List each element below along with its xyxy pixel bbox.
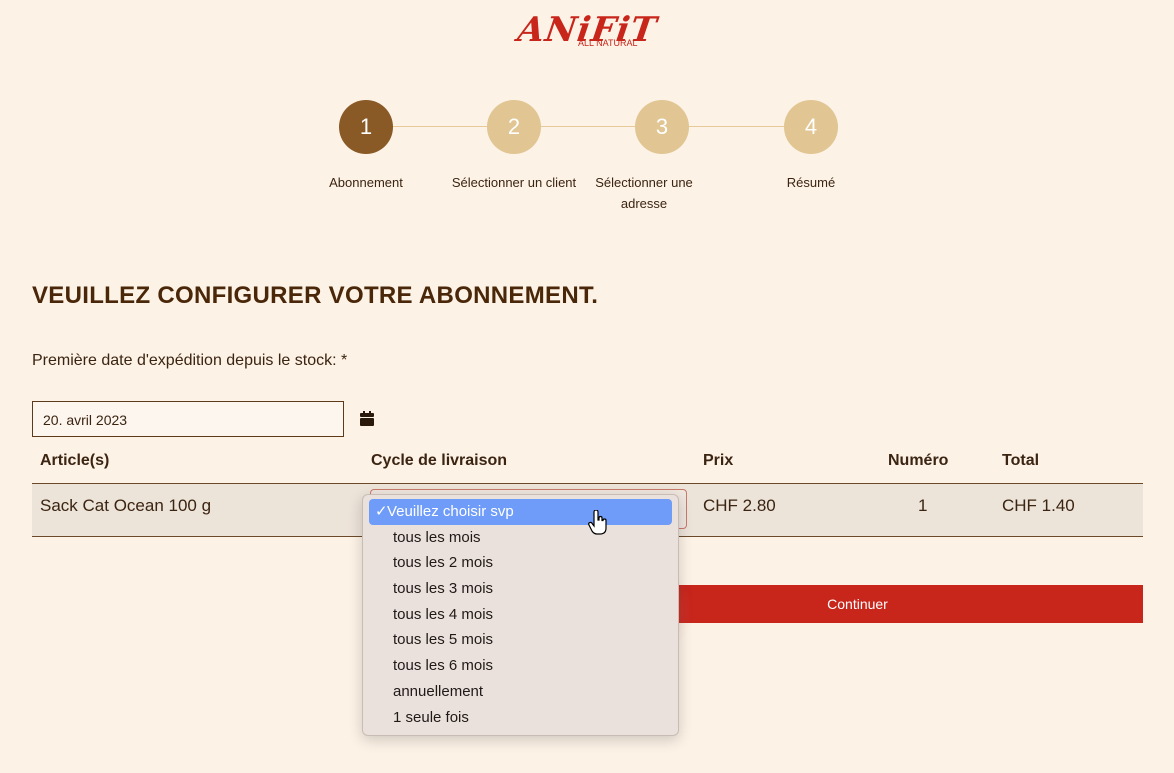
step-3-circle[interactable]: 3 [635, 100, 689, 154]
step-4-circle[interactable]: 4 [784, 100, 838, 154]
header-price: Prix [703, 452, 734, 469]
cell-price: CHF 2.80 [703, 496, 776, 515]
step-2-circle[interactable]: 2 [487, 100, 541, 154]
step-1-label: Abonnement [329, 175, 403, 190]
option-2-months[interactable]: tous les 2 mois [369, 550, 672, 576]
page-title: VEUILLEZ CONFIGURER VOTRE ABONNEMENT. [32, 282, 599, 309]
shipping-date-label: Première date d'expédition depuis le sto… [32, 352, 348, 369]
delivery-cycle-dropdown[interactable]: ✓Veuillez choisir svp tous les mois tous… [362, 494, 679, 736]
cell-article: Sack Cat Ocean 100 g [40, 496, 212, 515]
header-cycle: Cycle de livraison [371, 452, 508, 469]
cell-number: 1 [918, 496, 928, 515]
calendar-icon[interactable] [360, 411, 374, 426]
option-3-months[interactable]: tous les 3 mois [369, 576, 672, 602]
step-2-label: Sélectionner un client [451, 175, 577, 190]
hand-cursor-icon [588, 510, 607, 535]
option-choose[interactable]: ✓Veuillez choisir svp [369, 499, 672, 525]
option-once[interactable]: 1 seule fois [369, 705, 672, 731]
checkmark-icon: ✓ [375, 503, 388, 520]
header-total: Total [1002, 452, 1040, 469]
option-5-months[interactable]: tous les 5 mois [369, 627, 672, 653]
stepper-line [366, 126, 812, 127]
step-1-circle[interactable]: 1 [339, 100, 393, 154]
option-monthly[interactable]: tous les mois [369, 525, 672, 551]
cell-total: CHF 1.40 [1002, 496, 1075, 515]
logo-subtitle: ALL NATURAL [578, 38, 638, 48]
shipping-date-input[interactable]: 20. avril 2023 [32, 401, 344, 437]
option-4-months[interactable]: tous les 4 mois [369, 602, 672, 628]
option-yearly[interactable]: annuellement [369, 679, 672, 705]
step-3-label: Sélectionner une adresse [595, 175, 693, 211]
option-6-months[interactable]: tous les 6 mois [369, 653, 672, 679]
header-article: Article(s) [40, 452, 110, 469]
step-4-label: Résumé [786, 175, 836, 190]
option-label: Veuillez choisir svp [387, 503, 514, 520]
header-number: Numéro [888, 452, 949, 469]
